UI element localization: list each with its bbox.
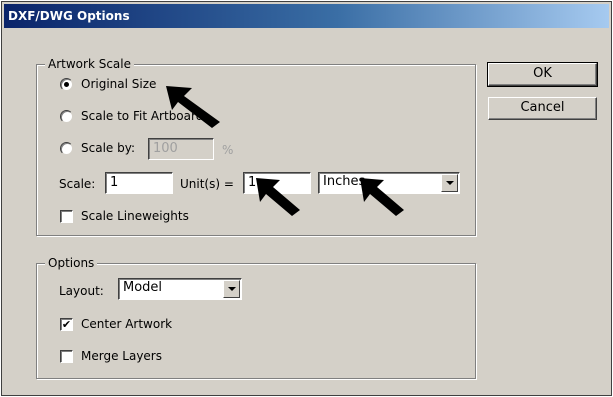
- cancel-button[interactable]: Cancel: [488, 97, 597, 120]
- scale-to-fit-radio-button[interactable]: [60, 109, 73, 123]
- arrow-pointer-icon: [256, 178, 300, 216]
- scale-by-input[interactable]: 100: [148, 138, 214, 160]
- scale-by-percent-label: %: [222, 143, 234, 157]
- scale-by-radio-button[interactable]: [60, 141, 73, 155]
- arrow-pointer-icon: [166, 86, 220, 128]
- layout-select[interactable]: Model: [118, 278, 242, 300]
- scale-by-radio[interactable]: Scale by:: [60, 140, 135, 156]
- dxf-dwg-options-dialog: DXF/DWG Options Artwork Scale Original S…: [1, 1, 612, 396]
- merge-layers-checkbox[interactable]: Merge Layers: [60, 348, 162, 364]
- original-size-label: Original Size: [81, 77, 157, 91]
- center-artwork-check[interactable]: ✔: [60, 317, 73, 331]
- artwork-scale-legend: Artwork Scale: [45, 56, 134, 72]
- original-size-radio-button[interactable]: [60, 77, 73, 91]
- merge-layers-label: Merge Layers: [81, 349, 162, 363]
- units-label: Unit(s) =: [180, 177, 234, 191]
- scale-lineweights-check[interactable]: [60, 209, 73, 223]
- center-artwork-label: Center Artwork: [81, 317, 173, 331]
- scale-lineweights-checkbox[interactable]: Scale Lineweights: [60, 208, 189, 224]
- arrow-pointer-icon: [360, 178, 404, 216]
- chevron-down-icon[interactable]: [441, 174, 458, 192]
- options-legend: Options: [45, 255, 98, 271]
- original-size-radio[interactable]: Original Size: [60, 76, 156, 92]
- chevron-down-icon[interactable]: [223, 280, 240, 298]
- scale-by-label: Scale by:: [81, 141, 135, 155]
- layout-select-value: Model: [123, 280, 163, 295]
- ok-button[interactable]: OK: [487, 62, 598, 87]
- dialog-title: DXF/DWG Options: [4, 4, 609, 28]
- scale-label: Scale:: [59, 177, 96, 191]
- layout-label: Layout:: [59, 284, 104, 298]
- scale-lineweights-label: Scale Lineweights: [81, 209, 189, 223]
- center-artwork-checkbox[interactable]: ✔ Center Artwork: [60, 316, 172, 332]
- scale-input[interactable]: 1: [105, 172, 173, 194]
- merge-layers-check[interactable]: [60, 349, 73, 363]
